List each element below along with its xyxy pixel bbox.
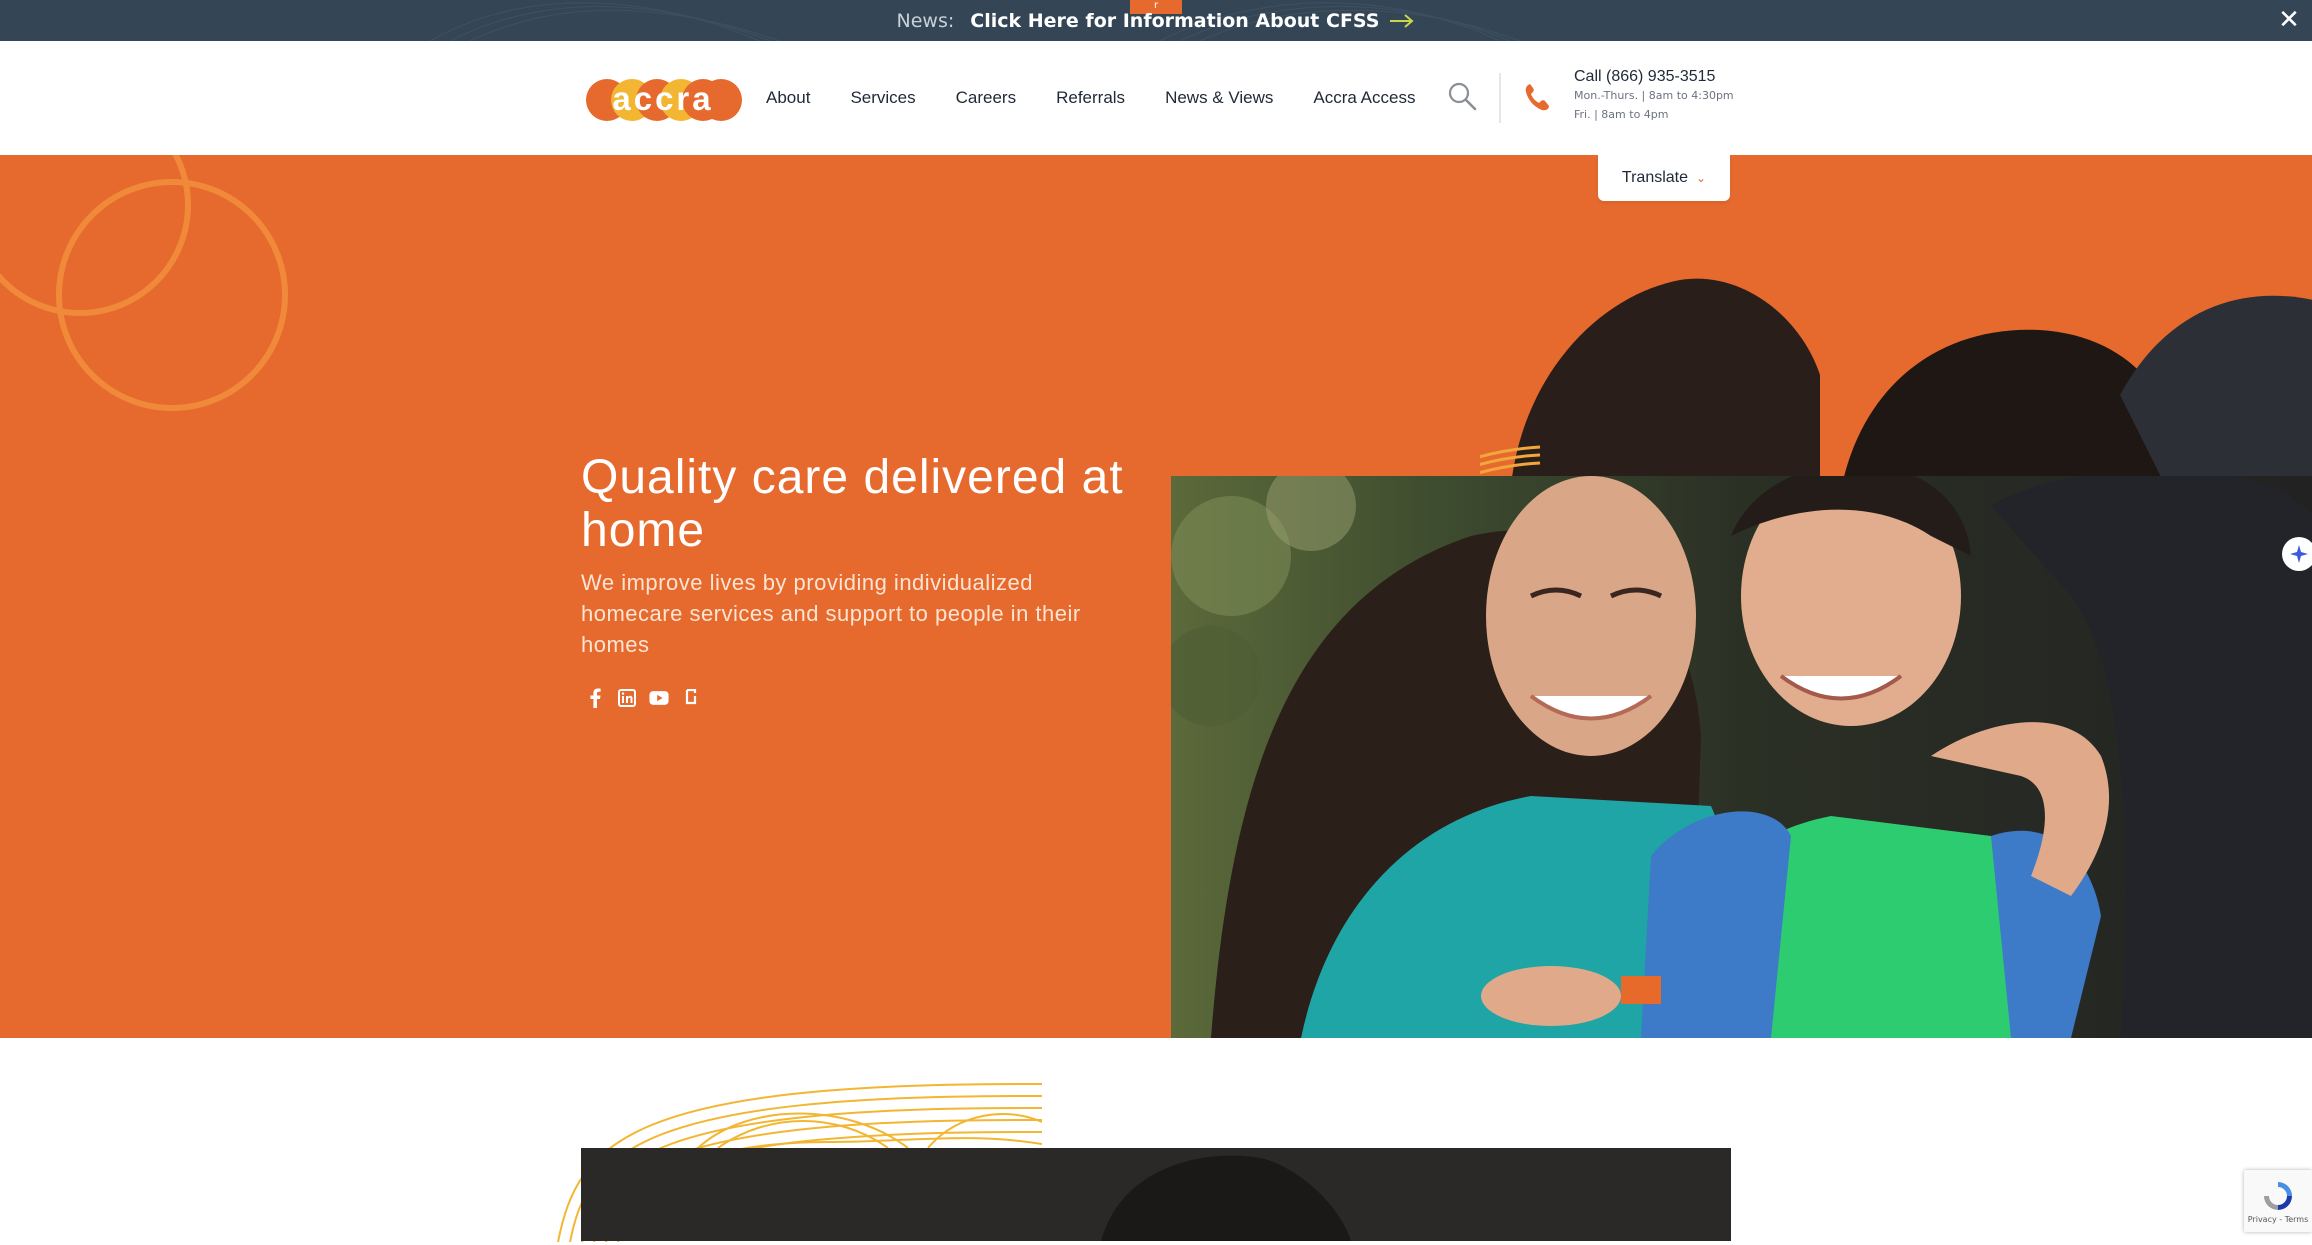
hero-title: Quality care delivered at home — [581, 451, 1124, 557]
nav-careers[interactable]: Careers — [956, 88, 1016, 108]
video-preview[interactable] — [581, 1148, 1731, 1241]
youtube-icon[interactable] — [649, 688, 669, 708]
linkedin-icon[interactable] — [617, 688, 637, 708]
glassdoor-icon[interactable] — [681, 688, 701, 708]
nav-news-views[interactable]: News & Views — [1165, 88, 1273, 108]
news-label: News: — [896, 9, 955, 32]
main-nav: About Services Careers Referrals News & … — [766, 41, 1415, 155]
accra-logo[interactable]: accra — [583, 74, 743, 126]
nav-about[interactable]: About — [766, 88, 810, 108]
sparkle-assistant-icon[interactable] — [2282, 537, 2312, 571]
hero-subtitle: We improve lives by providing individual… — [581, 570, 1081, 657]
nav-referrals[interactable]: Referrals — [1056, 88, 1125, 108]
nav-services[interactable]: Services — [850, 88, 915, 108]
hero-hair-overflow — [1480, 278, 2312, 495]
hero-section: Translate ⌄ Quality care delivered at ho… — [0, 155, 2312, 1038]
translate-label: Translate — [1621, 169, 1689, 186]
news-bar: r News: Click Here for Information About… — [0, 0, 2312, 41]
hero-photo — [1171, 476, 2312, 1038]
facebook-icon[interactable] — [585, 688, 605, 708]
call-info[interactable]: Call (866) 935-3515 Mon.-Thurs. | 8am to… — [1574, 68, 1734, 124]
header-divider — [1499, 73, 1501, 123]
translate-dropdown[interactable]: Translate ⌄ — [1598, 155, 1730, 201]
call-number: Call (866) 935-3515 — [1574, 68, 1716, 85]
arrow-right-icon — [1390, 13, 1414, 28]
close-icon[interactable]: ✕ — [2276, 7, 2302, 34]
logo-text: accra — [612, 80, 713, 117]
hours-weekday: Mon.-Thurs. | 8am to 4:30pm — [1574, 89, 1734, 102]
social-links — [585, 688, 701, 708]
recaptcha-badge[interactable]: Privacy - Terms — [2244, 1170, 2312, 1232]
hours-friday: Fri. | 8am to 4pm — [1574, 108, 1669, 121]
search-icon[interactable] — [1447, 81, 1477, 111]
phone-icon[interactable] — [1523, 82, 1551, 112]
hero-photo-illustration — [1171, 476, 2312, 1038]
site-header: accra About Services Careers Referrals N… — [0, 41, 2312, 155]
news-link-text: Click Here for Information About CFSS — [970, 9, 1380, 32]
chevron-down-icon: ⌄ — [1696, 171, 1707, 185]
nav-accra-access[interactable]: Accra Access — [1313, 88, 1415, 108]
hero-circles-decoration — [0, 155, 288, 411]
recaptcha-icon — [2264, 1181, 2292, 1210]
news-cfss-link[interactable]: Click Here for Information About CFSS — [970, 10, 1415, 32]
recaptcha-text: Privacy - Terms — [2247, 1214, 2309, 1224]
video-preview-thumbnail — [1101, 1155, 1351, 1241]
